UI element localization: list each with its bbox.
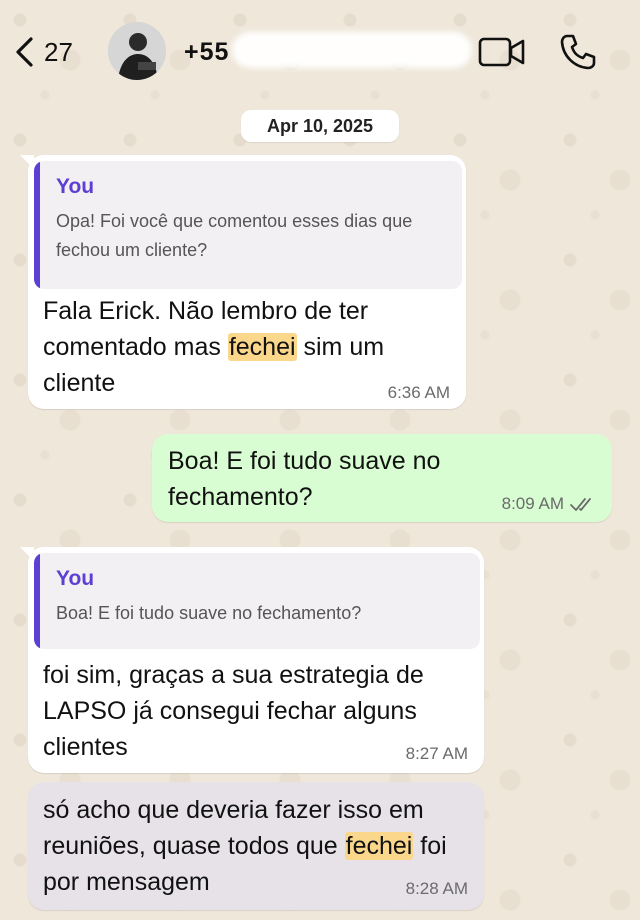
quote-author: You — [56, 567, 95, 590]
redacted-phone-number — [232, 32, 472, 68]
quote-author: You — [56, 175, 95, 198]
voice-call-button[interactable] — [558, 32, 598, 72]
search-highlight: fechei — [344, 832, 414, 860]
message-bubble-incoming[interactable]: You Opa! Foi você que comentou esses dia… — [20, 155, 466, 409]
quote-accent-bar — [34, 161, 40, 289]
video-call-button[interactable] — [478, 34, 526, 70]
date-separator: Apr 10, 2025 — [241, 110, 399, 142]
message-bubble-incoming[interactable]: só acho que deveria fazer isso em reuniõ… — [28, 782, 484, 910]
double-check-icon — [570, 498, 591, 511]
message-time: 8:09 AM — [502, 494, 596, 514]
message-time: 8:28 AM — [405, 879, 468, 898]
contact-name[interactable]: +55 — [184, 38, 229, 67]
quote-text: Opa! Foi você que comentou esses dias qu… — [56, 211, 413, 260]
avatar[interactable] — [108, 22, 166, 80]
message-time-label: 8:09 AM — [501, 494, 564, 513]
quote-text: Boa! E foi tudo suave no fechamento? — [56, 603, 362, 623]
message-bubble-incoming[interactable]: You Boa! E foi tudo suave no fechamento?… — [20, 547, 484, 773]
search-highlight: fechei — [227, 333, 297, 361]
quoted-message[interactable]: You Opa! Foi você que comentou esses dia… — [34, 161, 462, 289]
message-time: 6:36 AM — [387, 383, 450, 402]
chevron-left-icon — [16, 37, 33, 67]
video-camera-icon — [478, 37, 525, 67]
bubble-tail — [20, 155, 34, 169]
person-icon — [108, 22, 166, 80]
message-bubble-outgoing[interactable]: Boa! E foi tudo suave no fechamento? 8:0… — [152, 434, 612, 522]
quoted-message[interactable]: You Boa! E foi tudo suave no fechamento? — [34, 553, 480, 649]
quote-accent-bar — [34, 553, 40, 649]
chat-header: 27 +55 — [0, 0, 640, 104]
message-time: 8:27 AM — [405, 744, 468, 763]
bubble-tail — [20, 547, 34, 561]
back-button[interactable]: 27 — [14, 32, 73, 72]
message-text: Boa! E foi tudo suave no fechamento? — [168, 447, 441, 511]
phone-icon — [560, 34, 596, 70]
unread-count: 27 — [44, 36, 73, 67]
